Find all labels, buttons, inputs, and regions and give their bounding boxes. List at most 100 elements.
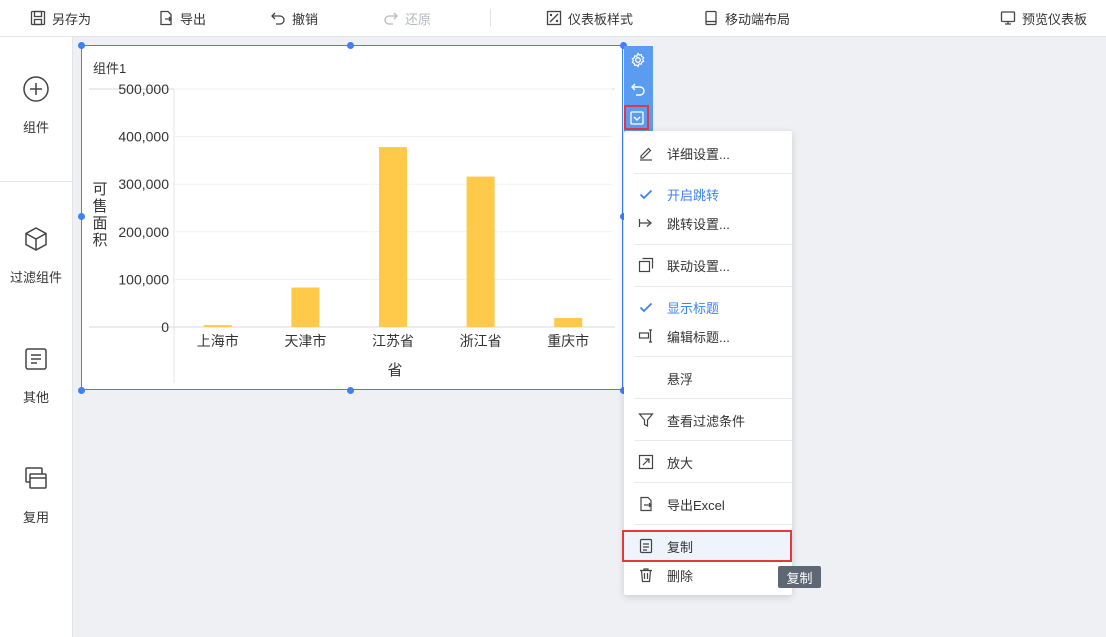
copy-tooltip: 复制 <box>778 566 821 588</box>
resize-handle[interactable] <box>78 42 85 49</box>
bar <box>466 176 495 327</box>
redo-button[interactable]: 还原 <box>383 0 431 36</box>
undo-icon <box>271 12 285 25</box>
copy-icon <box>637 538 654 555</box>
y-tick-label: 300,000 <box>118 176 169 192</box>
dashboard-style-button[interactable]: 仪表板样式 <box>546 0 633 36</box>
menu-item-view-filters[interactable]: 查看过滤条件 <box>624 408 792 432</box>
sidebar-item-filter-components[interactable]: 过滤组件 <box>0 225 72 286</box>
widget-undo-button[interactable] <box>628 79 648 99</box>
export-icon <box>637 496 654 513</box>
resize-handle[interactable] <box>347 42 354 49</box>
y-tick-label: 400,000 <box>118 129 169 145</box>
sidebar-item-label: 其他 <box>22 390 49 405</box>
bar-chart: 0 100,000 200,000 300,000 400,000 500,000 可售面积… <box>89 81 615 383</box>
x-tick-label: 上海市 <box>197 333 239 350</box>
monitor-icon <box>1000 11 1016 25</box>
menu-item-linkage-settings[interactable]: 联动设置... <box>624 253 792 277</box>
undo-button[interactable]: 撤销 <box>270 0 318 36</box>
chart-widget[interactable]: 组件1 0 100,000 200,000 300,000 400,000 500,000… <box>81 45 623 390</box>
reuse-icon <box>25 467 47 489</box>
widget-settings-button[interactable] <box>628 50 648 70</box>
y-tick-label: 200,000 <box>118 224 169 240</box>
menu-divider <box>634 244 792 245</box>
sidebar-item-label: 复用 <box>22 510 49 525</box>
toolbar-divider <box>490 9 491 27</box>
menu-item-float[interactable]: 悬浮 <box>624 366 792 390</box>
check-icon <box>637 299 654 316</box>
dashboard-style-label: 仪表板样式 <box>568 11 634 27</box>
bar <box>554 317 583 327</box>
mobile-icon <box>705 10 717 26</box>
bar <box>379 147 407 327</box>
undo-icon <box>631 83 645 96</box>
redo-icon <box>384 12 398 25</box>
export-icon <box>160 10 172 26</box>
save-as-label: 另存为 <box>52 11 92 27</box>
undo-label: 撤销 <box>292 11 319 27</box>
menu-item-show-title[interactable]: 显示标题 <box>624 295 792 319</box>
save-as-button[interactable]: 另存为 <box>30 0 91 36</box>
menu-divider <box>634 356 792 357</box>
bar <box>291 287 320 327</box>
menu-item-zoom[interactable]: 放大 <box>624 450 792 474</box>
mobile-layout-button[interactable]: 移动端布局 <box>703 0 790 36</box>
x-tick-label: 江苏省 <box>372 334 414 350</box>
edit-title-icon <box>637 328 654 345</box>
link-icon <box>637 257 654 274</box>
menu-divider <box>634 482 792 483</box>
jump-icon <box>637 215 654 232</box>
menu-item-export-excel[interactable]: 导出Excel <box>624 492 792 516</box>
export-label: 导出 <box>180 11 207 27</box>
redo-label: 还原 <box>405 11 432 27</box>
cube-icon <box>25 227 47 251</box>
x-tick-label: 重庆市 <box>547 333 589 350</box>
widget-context-menu: 详细设置... 开启跳转 跳转设置... 联动设置... 显示标题 编辑标题..… <box>622 131 792 595</box>
sidebar-item-label: 过滤组件 <box>9 270 62 285</box>
palette-icon <box>546 10 562 26</box>
filter-icon <box>637 412 654 429</box>
menu-divider <box>634 524 792 525</box>
y-tick-label: 0 <box>161 319 169 335</box>
sidebar-item-label: 组件 <box>22 120 49 135</box>
edit-icon <box>637 145 654 162</box>
sidebar-divider <box>0 181 72 182</box>
x-tick-label: 天津市 <box>284 333 326 350</box>
widget-toolstrip <box>624 46 653 134</box>
menu-item-detail-settings[interactable]: 详细设置... <box>624 141 792 165</box>
menu-item-copy[interactable]: 复制 <box>624 534 792 558</box>
menu-divider <box>634 398 792 399</box>
gear-icon <box>631 52 645 68</box>
x-axis-title: 省 <box>387 361 402 379</box>
menu-item-jump-settings[interactable]: 跳转设置... <box>624 211 792 235</box>
export-button[interactable]: 导出 <box>158 0 206 36</box>
chevron-down-icon <box>629 110 644 125</box>
menu-item-enable-jump[interactable]: 开启跳转 <box>624 182 792 206</box>
mobile-layout-label: 移动端布局 <box>725 11 791 27</box>
zoom-icon <box>637 454 654 471</box>
sidebar-item-reuse[interactable]: 复用 <box>0 465 72 526</box>
plus-circle-icon <box>23 76 49 102</box>
menu-divider <box>634 440 792 441</box>
left-sidebar: 组件 过滤组件 其他 复用 <box>0 37 73 637</box>
y-tick-label: 500,000 <box>118 81 169 97</box>
sidebar-item-other[interactable]: 其他 <box>0 345 72 406</box>
menu-item-delete[interactable]: 删除 <box>624 563 792 587</box>
top-toolbar: 另存为 导出 撤销 还原 仪表板样式 移动端布局 预览仪表板 <box>0 0 1106 37</box>
resize-handle[interactable] <box>78 387 85 394</box>
x-tick-label: 浙江省 <box>460 334 502 350</box>
preview-dashboard-button[interactable]: 预览仪表板 <box>1000 0 1087 36</box>
preview-dashboard-label: 预览仪表板 <box>1022 11 1088 27</box>
resize-handle[interactable] <box>78 213 85 220</box>
bar <box>203 325 232 327</box>
y-axis-title-char: 面 <box>92 214 107 232</box>
menu-divider <box>634 173 792 174</box>
widget-menu-button[interactable] <box>624 105 649 130</box>
sidebar-item-components[interactable]: 组件 <box>0 75 72 136</box>
check-icon <box>637 186 654 203</box>
y-tick-label: 100,000 <box>118 271 169 287</box>
menu-item-edit-title[interactable]: 编辑标题... <box>624 324 792 348</box>
menu-divider <box>634 286 792 287</box>
resize-handle[interactable] <box>347 387 354 394</box>
document-icon <box>25 348 47 370</box>
